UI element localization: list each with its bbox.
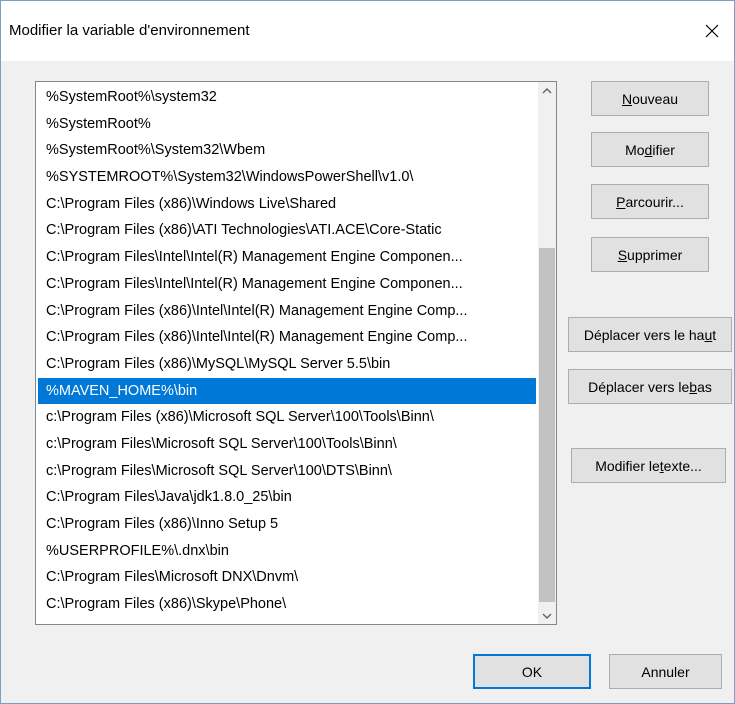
- edit-button-label-post: ifier: [652, 141, 675, 158]
- move-up-button-accelerator: u: [704, 326, 713, 343]
- list-item[interactable]: %MAVEN_HOME%\bin: [38, 377, 536, 405]
- list-item[interactable]: %SystemRoot%\system32: [38, 84, 536, 111]
- scroll-up-button[interactable]: [538, 82, 556, 99]
- list-item[interactable]: C:\Program Files (x86)\MySQL\MySQL Serve…: [38, 351, 536, 378]
- delete-button-label-post: upprimer: [627, 246, 683, 263]
- browse-button-accelerator: P: [616, 193, 626, 210]
- new-button-accelerator: N: [621, 90, 633, 107]
- chevron-up-icon: [542, 87, 552, 93]
- list-item[interactable]: C:\Program Files\Intel\Intel(R) Manageme…: [38, 271, 536, 298]
- list-item[interactable]: C:\Program Files\Java\jdk1.8.0_25\bin: [38, 484, 536, 511]
- browse-button[interactable]: Parcourir...: [591, 184, 709, 219]
- path-list[interactable]: %SystemRoot%\system32 %SystemRoot% %System…: [35, 81, 557, 625]
- scroll-thumb[interactable]: [539, 248, 555, 602]
- list-item[interactable]: c:\Program Files\Microsoft SQL Server\10…: [38, 458, 536, 485]
- edit-button[interactable]: Mo d ifier: [591, 132, 709, 167]
- path-list-rows: %SystemRoot%\system32 %SystemRoot% %System…: [38, 84, 536, 618]
- edit-text-button-label-post: exte...: [663, 457, 702, 474]
- ok-button-label: OK: [521, 663, 543, 680]
- move-down-button-accelerator: b: [689, 378, 698, 395]
- list-item[interactable]: c:\Program Files\Microsoft SQL Server\10…: [38, 431, 536, 458]
- list-item[interactable]: C:\Program Files\Microsoft DNX\Dnvm\: [38, 564, 536, 591]
- list-item[interactable]: C:\Program Files (x86)\Skype\Phone\: [38, 591, 536, 618]
- list-item[interactable]: C:\Program Files\Intel\Intel(R) Manageme…: [38, 244, 536, 271]
- move-down-button-label-post: as: [697, 378, 712, 395]
- list-item[interactable]: C:\Program Files (x86)\Inno Setup 5: [38, 511, 536, 538]
- move-up-button-label-pre: Déplacer vers le ha: [583, 326, 705, 343]
- cancel-button-label: Annuler: [641, 663, 690, 680]
- new-button[interactable]: Nouveau: [591, 81, 709, 116]
- list-item[interactable]: C:\Program Files (x86)\Windows Live\Shar…: [38, 191, 536, 218]
- list-item[interactable]: %SystemRoot%\System32\Wbem: [38, 137, 536, 164]
- edit-text-button-label-pre: Modifier le: [595, 457, 660, 474]
- edit-environment-variable-dialog: Modifier la variable d'environnement %Sy…: [0, 0, 735, 704]
- list-item[interactable]: %SYSTEMROOT%\System32\WindowsPowerShell\…: [38, 164, 536, 191]
- edit-button-accelerator: d: [644, 141, 653, 158]
- list-item[interactable]: %SystemRoot%: [38, 111, 536, 138]
- delete-button[interactable]: Supprimer: [591, 237, 709, 272]
- chevron-down-icon: [542, 613, 552, 619]
- move-up-button[interactable]: Déplacer vers le ha u t: [568, 317, 732, 352]
- ok-button[interactable]: OK: [473, 654, 591, 689]
- close-icon: [705, 24, 719, 38]
- list-item[interactable]: %USERPROFILE%\.dnx\bin: [38, 538, 536, 565]
- move-down-button[interactable]: Déplacer vers le b as: [568, 369, 732, 404]
- move-down-button-label-pre: Déplacer vers le: [588, 378, 690, 395]
- new-button-label-post: ouveau: [632, 90, 679, 107]
- close-button[interactable]: [690, 11, 734, 51]
- title-bar: Modifier la variable d'environnement: [1, 1, 734, 61]
- list-item[interactable]: C:\Program Files (x86)\Intel\Intel(R) Ma…: [38, 298, 536, 325]
- edit-button-label-pre: Mo: [625, 141, 645, 158]
- list-item[interactable]: C:\Program Files (x86)\Intel\Intel(R) Ma…: [38, 324, 536, 351]
- cancel-button[interactable]: Annuler: [609, 654, 722, 689]
- browse-button-label-post: arcourir...: [625, 193, 684, 210]
- dialog-title: Modifier la variable d'environnement: [9, 22, 250, 39]
- edit-text-button[interactable]: Modifier le t exte...: [571, 448, 726, 483]
- scroll-down-button[interactable]: [538, 607, 556, 624]
- move-up-button-label-post: t: [712, 326, 717, 343]
- delete-button-accelerator: S: [617, 246, 628, 263]
- vertical-scrollbar[interactable]: [538, 82, 556, 624]
- list-item[interactable]: c:\Program Files (x86)\Microsoft SQL Ser…: [38, 404, 536, 431]
- list-item[interactable]: C:\Program Files (x86)\ATI Technologies\…: [38, 217, 536, 244]
